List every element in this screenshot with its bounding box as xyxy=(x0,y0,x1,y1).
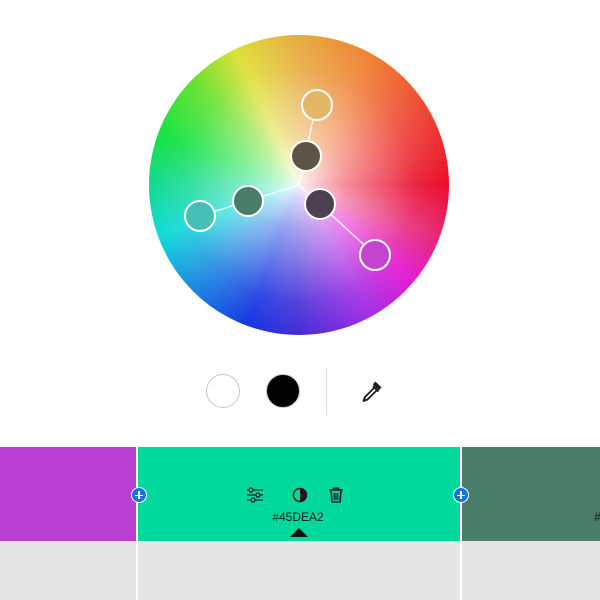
active-swatch-caret xyxy=(290,528,308,537)
palette-swatch-2-footer xyxy=(138,541,460,600)
add-color-left-button[interactable] xyxy=(131,487,147,503)
color-handle-purple[interactable] xyxy=(304,188,336,220)
color-wheel-overlay xyxy=(184,89,391,271)
swatch-divider xyxy=(136,447,138,600)
controls-divider xyxy=(326,368,327,415)
black-color-button[interactable] xyxy=(266,374,300,408)
color-handle-base-green[interactable] xyxy=(232,185,264,217)
trash-icon[interactable] xyxy=(327,486,345,504)
eyedropper-icon[interactable] xyxy=(358,377,386,405)
color-handle-dark-brown[interactable] xyxy=(290,140,322,172)
color-wheel-app: #45DEA2 # xyxy=(0,0,600,600)
sliders-icon[interactable] xyxy=(246,486,264,504)
color-palette: #45DEA2 # xyxy=(0,447,600,600)
palette-swatch-1-footer xyxy=(0,541,136,600)
palette-swatch-1[interactable] xyxy=(0,447,136,541)
hex-value-partial[interactable]: # xyxy=(594,510,600,524)
hex-value-text: #45DEA2 xyxy=(272,510,324,524)
color-wheel[interactable] xyxy=(149,35,449,335)
contrast-icon[interactable] xyxy=(291,486,309,504)
white-color-button[interactable] xyxy=(206,374,240,408)
color-handle-yellow[interactable] xyxy=(301,89,333,121)
color-handle-magenta[interactable] xyxy=(359,239,391,271)
palette-swatch-3-footer xyxy=(462,541,600,600)
add-color-right-button[interactable] xyxy=(453,487,469,503)
swatch-divider xyxy=(460,447,462,600)
palette-swatch-3[interactable] xyxy=(462,447,600,541)
color-handle-cyan[interactable] xyxy=(184,200,216,232)
